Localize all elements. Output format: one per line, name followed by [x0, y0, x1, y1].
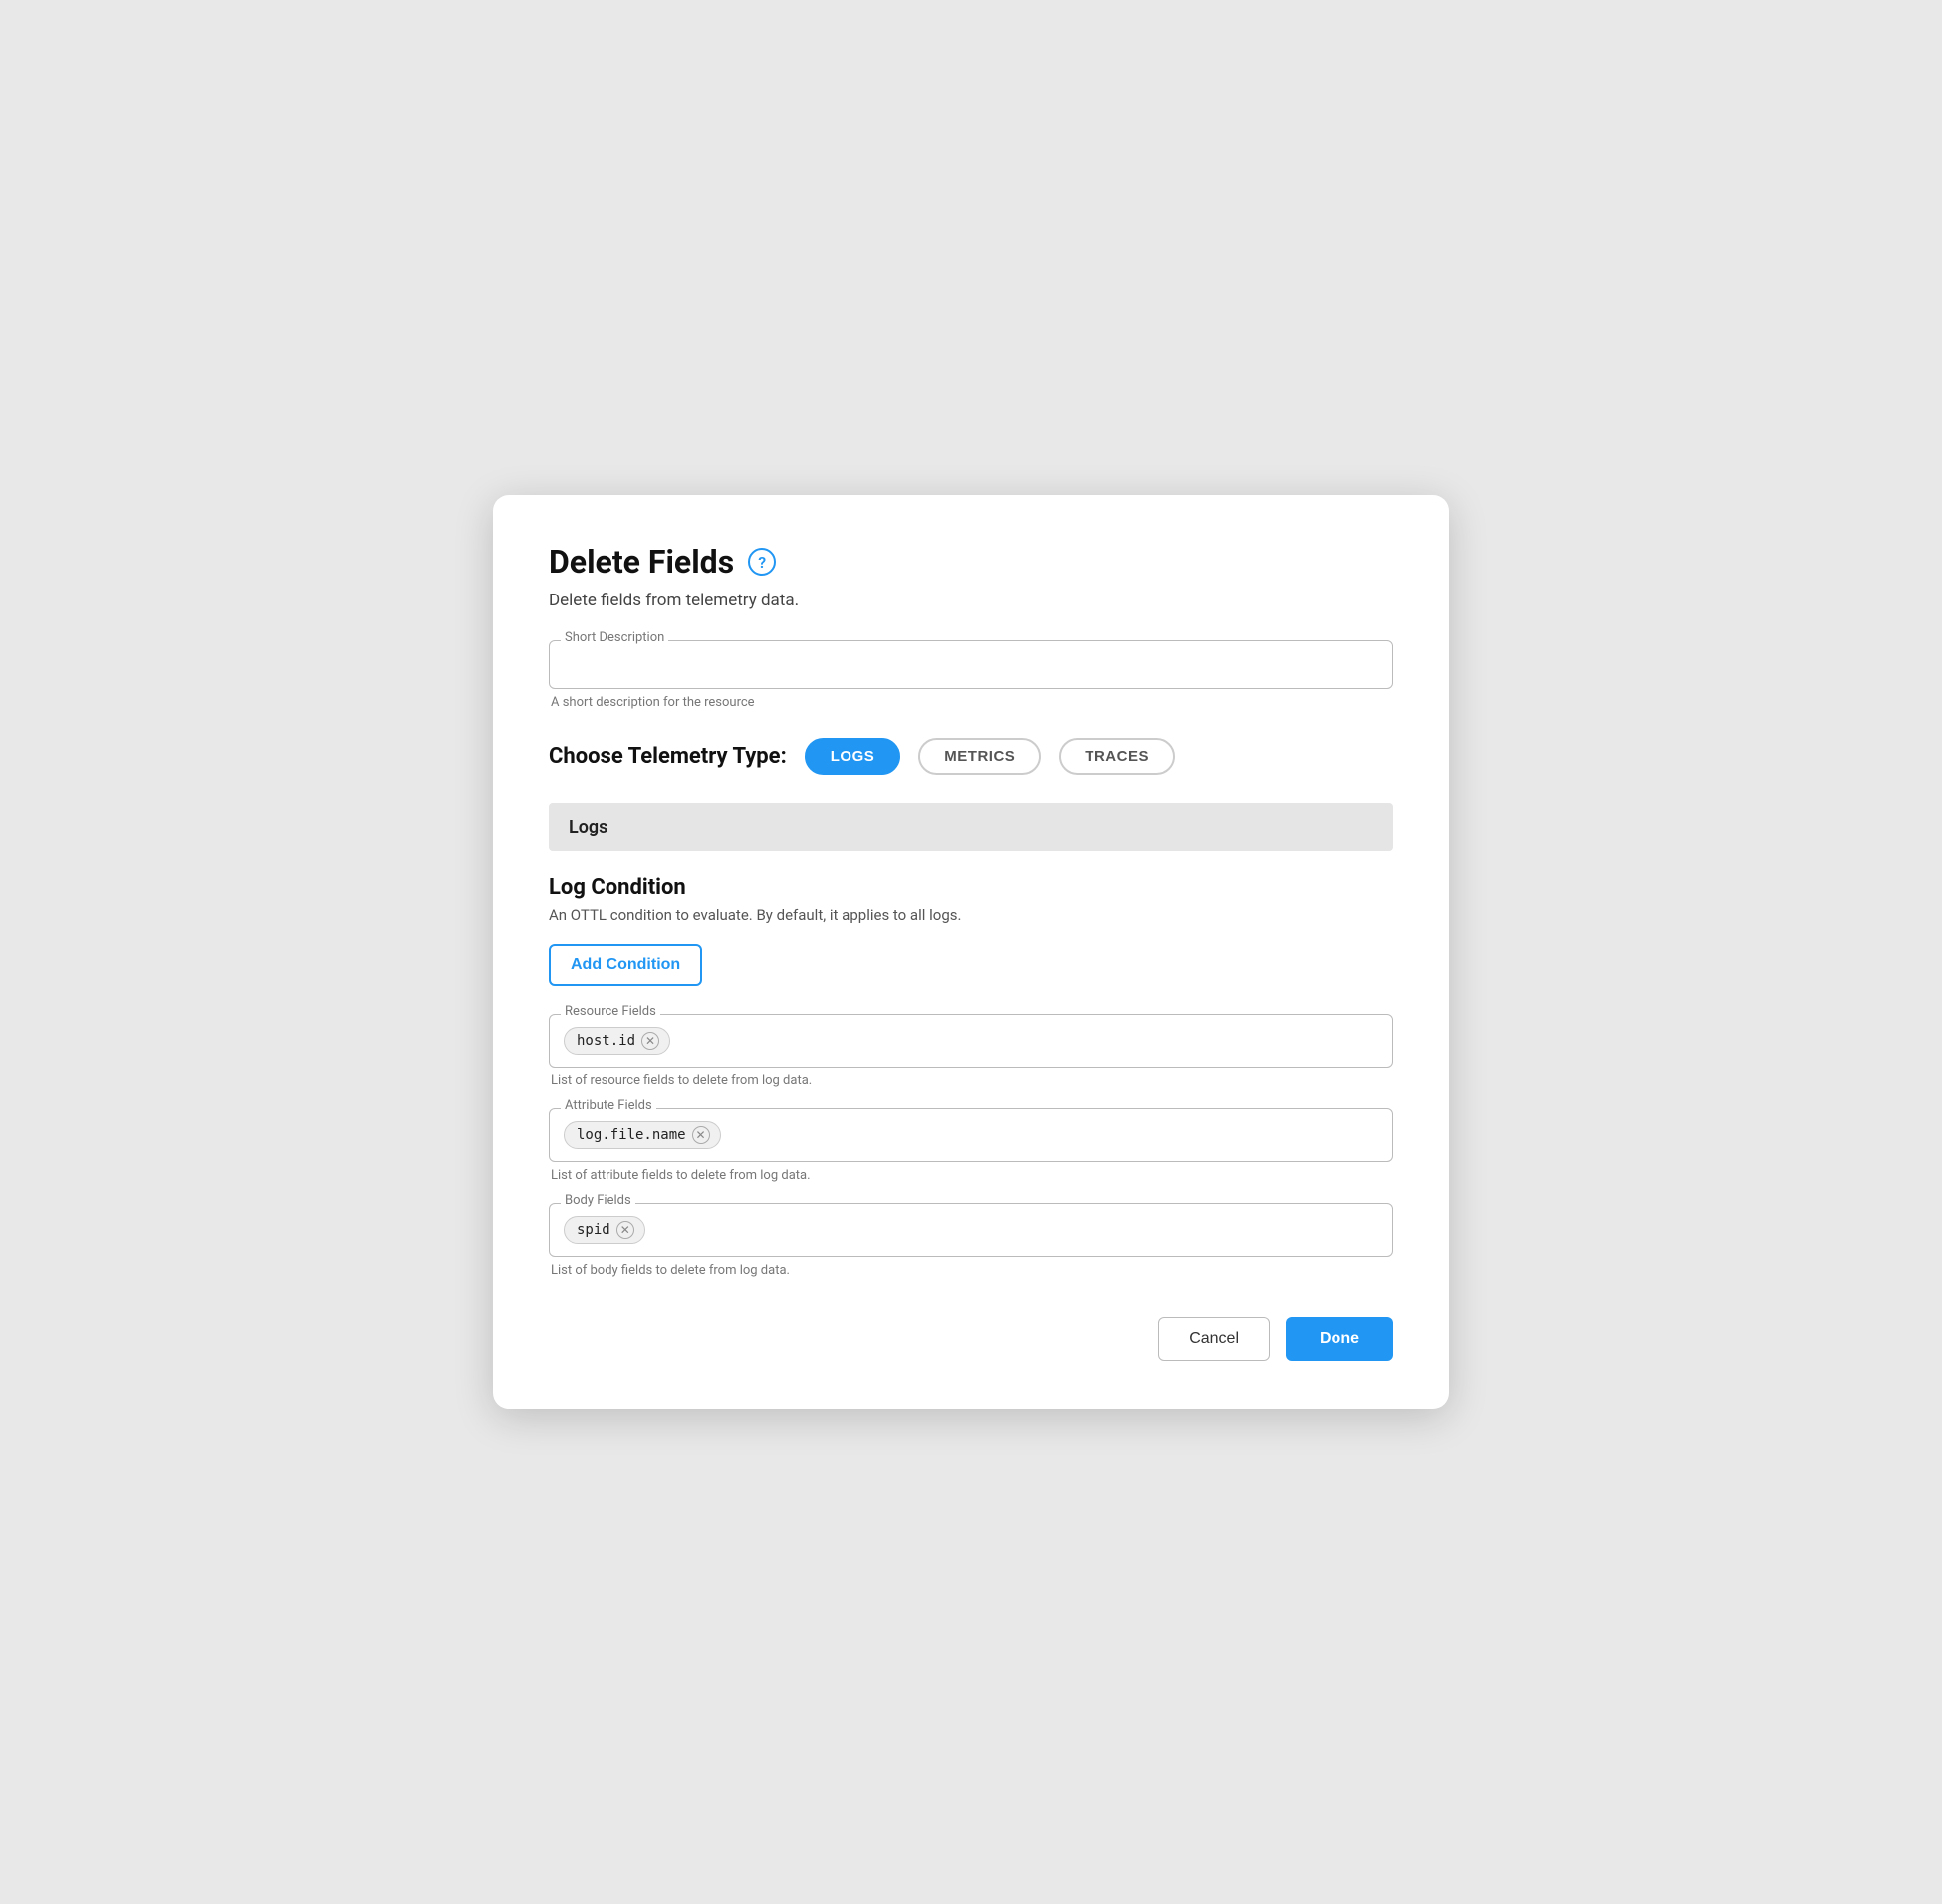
footer-actions: Cancel Done [549, 1317, 1393, 1361]
short-description-label: Short Description [561, 630, 668, 645]
body-field-tag-0: spid ✕ [564, 1216, 645, 1244]
short-description-input[interactable] [549, 640, 1393, 689]
resource-fields-input-box[interactable]: host.id ✕ [549, 1014, 1393, 1068]
body-field-tag-0-remove[interactable]: ✕ [616, 1221, 634, 1239]
attribute-field-tag-0-remove[interactable]: ✕ [692, 1126, 710, 1144]
section-header: Logs [549, 803, 1393, 851]
add-condition-button[interactable]: Add Condition [549, 944, 702, 986]
cancel-button[interactable]: Cancel [1158, 1317, 1270, 1361]
short-description-hint: A short description for the resource [549, 695, 1393, 710]
log-condition-title: Log Condition [549, 875, 1393, 900]
log-condition-description: An OTTL condition to evaluate. By defaul… [549, 906, 1393, 924]
done-button[interactable]: Done [1286, 1317, 1393, 1361]
resource-fields-label: Resource Fields [561, 1004, 660, 1019]
attribute-field-tag-0: log.file.name ✕ [564, 1121, 721, 1149]
help-icon[interactable]: ? [748, 548, 776, 576]
attribute-fields-group: Attribute Fields log.file.name ✕ List of… [549, 1108, 1393, 1183]
attribute-fields-input-box[interactable]: log.file.name ✕ [549, 1108, 1393, 1162]
log-condition-section: Log Condition An OTTL condition to evalu… [549, 875, 1393, 1014]
body-fields-group: Body Fields spid ✕ List of body fields t… [549, 1203, 1393, 1278]
resource-fields-group: Resource Fields host.id ✕ List of resour… [549, 1014, 1393, 1088]
body-fields-label: Body Fields [561, 1193, 635, 1208]
modal-title-row: Delete Fields ? [549, 543, 1393, 581]
attribute-fields-label: Attribute Fields [561, 1098, 656, 1113]
modal-subtitle: Delete fields from telemetry data. [549, 591, 1393, 610]
telemetry-type-label: Choose Telemetry Type: [549, 744, 787, 769]
short-description-group: Short Description A short description fo… [549, 640, 1393, 710]
telemetry-btn-traces[interactable]: TRACES [1059, 738, 1175, 775]
telemetry-type-row: Choose Telemetry Type: LOGS METRICS TRAC… [549, 738, 1393, 775]
attribute-fields-hint: List of attribute fields to delete from … [549, 1168, 1393, 1183]
resource-field-tag-0-remove[interactable]: ✕ [641, 1032, 659, 1050]
telemetry-btn-logs[interactable]: LOGS [805, 738, 901, 775]
body-fields-hint: List of body fields to delete from log d… [549, 1263, 1393, 1278]
modal-title: Delete Fields [549, 543, 734, 581]
resource-field-tag-0: host.id ✕ [564, 1027, 670, 1055]
modal-container: Delete Fields ? Delete fields from telem… [493, 495, 1449, 1409]
resource-fields-hint: List of resource fields to delete from l… [549, 1073, 1393, 1088]
telemetry-btn-metrics[interactable]: METRICS [918, 738, 1041, 775]
body-fields-input-box[interactable]: spid ✕ [549, 1203, 1393, 1257]
